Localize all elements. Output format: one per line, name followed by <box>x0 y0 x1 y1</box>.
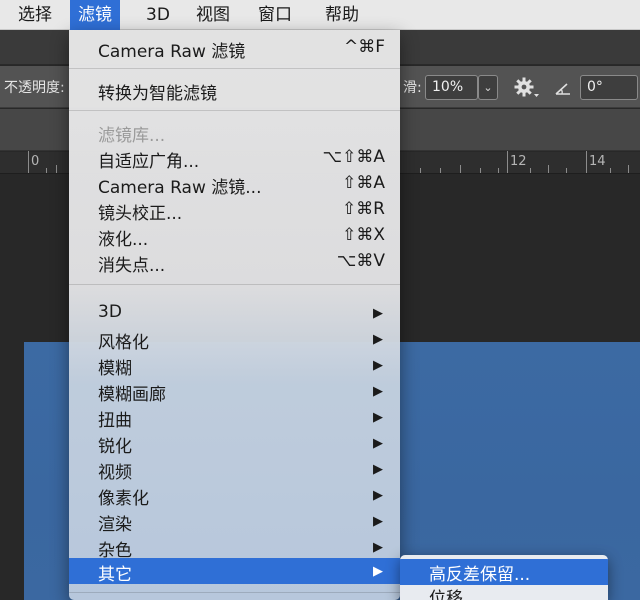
menu-item-video[interactable]: 视频 ▶ <box>69 456 400 483</box>
menu-item-camera-raw-last[interactable]: Camera Raw 滤镜 ^⌘F <box>69 35 400 62</box>
menu-separator <box>69 592 400 593</box>
ruler-label-14: 14 <box>589 154 606 169</box>
ruler-tick <box>56 165 57 173</box>
menu-item-sharpen[interactable]: 锐化 ▶ <box>69 430 400 457</box>
menu-item-label: 滤镜库... <box>98 126 166 146</box>
menu-item-label: 转换为智能滤镜 <box>98 84 217 104</box>
menu-item-label: 锐化 <box>98 437 132 457</box>
chevron-down-icon[interactable]: ⌄ <box>478 75 498 100</box>
menu-item-label: 其它 <box>98 565 132 585</box>
menu-window[interactable]: 窗口 <box>250 0 300 30</box>
menu-separator <box>69 284 400 285</box>
ruler-tick <box>548 165 549 173</box>
menu-item-label: Camera Raw 滤镜 <box>98 42 246 62</box>
menu-item-label: 镜头校正... <box>98 204 183 224</box>
menu-item-liquify[interactable]: 液化... ⇧⌘X <box>69 223 400 250</box>
menu-item-label: Camera Raw 滤镜... <box>98 178 262 198</box>
submenu-arrow-icon: ▶ <box>373 564 383 579</box>
ruler-tick <box>460 165 461 173</box>
ruler-tick <box>507 151 508 173</box>
filter-menu: Camera Raw 滤镜 ^⌘F 转换为智能滤镜 滤镜库... 自适应广角..… <box>69 30 400 600</box>
ruler-tick <box>498 168 499 173</box>
menu-item-shortcut: ⇧⌘R <box>341 199 385 219</box>
menu-separator <box>69 68 400 69</box>
ruler-tick <box>46 168 47 173</box>
menu-view[interactable]: 视图 <box>188 0 238 30</box>
angle-icon <box>553 78 573 98</box>
smoothing-input[interactable]: 10% <box>425 75 478 100</box>
menu-item-shortcut: ⌥⇧⌘A <box>322 147 385 167</box>
menu-item-label: 3D <box>98 302 122 322</box>
opacity-label: 不透明度: <box>4 80 65 96</box>
submenu-arrow-icon: ▶ <box>373 332 383 347</box>
submenu-arrow-icon: ▶ <box>373 488 383 503</box>
menu-item-shortcut: ⇧⌘A <box>342 173 385 193</box>
menu-item-filter-gallery: 滤镜库... <box>69 119 400 146</box>
menu-item-blur-gallery[interactable]: 模糊画廊 ▶ <box>69 378 400 405</box>
ruler-tick <box>28 151 29 173</box>
ruler-tick <box>480 168 481 173</box>
ruler-tick <box>530 168 531 173</box>
menu-item-vanishing-point[interactable]: 消失点... ⌥⌘V <box>69 249 400 276</box>
menu-item-label: 模糊 <box>98 359 132 379</box>
submenu-item-label: 位移 <box>429 589 463 600</box>
menu-select[interactable]: 选择 <box>10 0 60 30</box>
menu-item-label: 模糊画廊 <box>98 385 166 405</box>
submenu-item-high-pass[interactable]: 高反差保留... <box>400 559 608 585</box>
menu-item-blur[interactable]: 模糊 ▶ <box>69 352 400 379</box>
menu-help[interactable]: 帮助 <box>317 0 367 30</box>
menu-item-lens-correction[interactable]: 镜头校正... ⇧⌘R <box>69 197 400 224</box>
ruler-tick <box>628 165 629 173</box>
menu-item-shortcut: ^⌘F <box>343 37 385 57</box>
smoothing-label: 滑: <box>403 80 422 96</box>
menu-item-label: 液化... <box>98 230 149 250</box>
other-submenu: 高反差保留... 位移 <box>400 555 608 600</box>
menu-item-label: 扭曲 <box>98 411 132 431</box>
menu-item-3d[interactable]: 3D ▶ <box>69 300 400 326</box>
menu-item-camera-raw[interactable]: Camera Raw 滤镜... ⇧⌘A <box>69 171 400 198</box>
submenu-arrow-icon: ▶ <box>373 306 383 321</box>
menu-separator <box>69 110 400 111</box>
submenu-arrow-icon: ▶ <box>373 540 383 555</box>
menu-item-shortcut: ⌥⌘V <box>336 251 385 271</box>
submenu-arrow-icon: ▶ <box>373 462 383 477</box>
menu-filter[interactable]: 滤镜 <box>70 0 120 30</box>
menu-item-other[interactable]: 其它 ▶ <box>69 558 400 585</box>
submenu-item-label: 高反差保留... <box>429 565 531 585</box>
menu-item-label: 视频 <box>98 463 132 483</box>
menu-item-stylize[interactable]: 风格化 ▶ <box>69 326 400 353</box>
ruler-tick <box>420 168 421 173</box>
menu-item-shortcut: ⇧⌘X <box>342 225 385 245</box>
menu-item-label: 消失点... <box>98 256 166 276</box>
gear-icon[interactable] <box>512 75 542 100</box>
menu-bar: 选择 滤镜 3D 视图 窗口 帮助 <box>0 0 640 30</box>
menu-item-convert-smart-filter[interactable]: 转换为智能滤镜 <box>69 77 400 104</box>
menu-item-adaptive-wide-angle[interactable]: 自适应广角... ⌥⇧⌘A <box>69 145 400 172</box>
submenu-arrow-icon: ▶ <box>373 358 383 373</box>
menu-3d[interactable]: 3D <box>138 0 178 30</box>
menu-item-pixelate[interactable]: 像素化 ▶ <box>69 482 400 509</box>
submenu-arrow-icon: ▶ <box>373 410 383 425</box>
menu-item-label: 像素化 <box>98 489 149 509</box>
ruler-tick <box>440 168 441 173</box>
menu-item-label: 渲染 <box>98 515 132 535</box>
submenu-arrow-icon: ▶ <box>373 436 383 451</box>
ruler-tick <box>586 151 587 173</box>
submenu-arrow-icon: ▶ <box>373 384 383 399</box>
angle-input[interactable]: 0° <box>580 75 638 100</box>
menu-item-render[interactable]: 渲染 ▶ <box>69 508 400 535</box>
submenu-item-offset[interactable]: 位移 <box>400 583 608 600</box>
ruler-tick <box>566 168 567 173</box>
ruler-tick <box>610 168 611 173</box>
ruler-label-12: 12 <box>510 154 527 169</box>
menu-item-label: 风格化 <box>98 333 149 353</box>
menu-item-noise[interactable]: 杂色 ▶ <box>69 534 400 561</box>
menu-item-label: 自适应广角... <box>98 152 200 172</box>
menu-item-distort[interactable]: 扭曲 ▶ <box>69 404 400 431</box>
ruler-label-0: 0 <box>31 154 40 169</box>
submenu-arrow-icon: ▶ <box>373 514 383 529</box>
